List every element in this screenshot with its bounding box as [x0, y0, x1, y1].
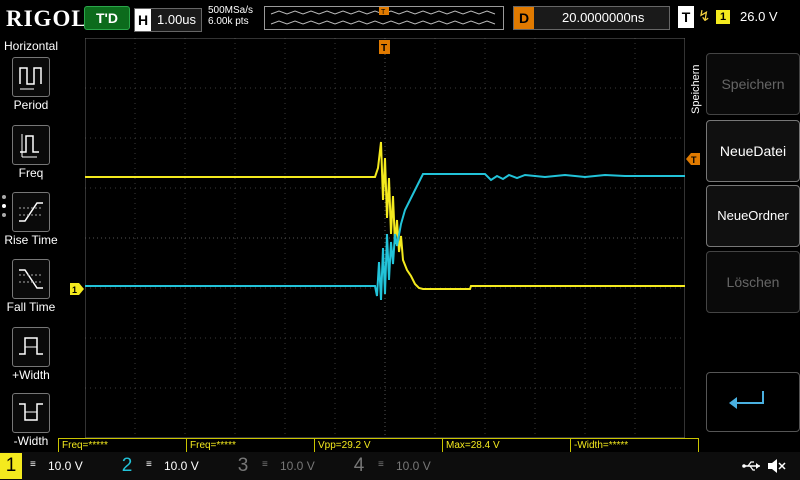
dc-coupling-icon: ≡: [146, 459, 152, 470]
dc-coupling-icon: ≡: [378, 459, 384, 470]
measure-item-fall-time[interactable]: Fall Time: [0, 259, 62, 323]
memory-overview[interactable]: T: [264, 6, 504, 30]
measure-item-rise-time[interactable]: Rise Time: [0, 192, 62, 256]
speaker-muted-icon: [768, 459, 786, 473]
channel-4-scale: 10.0 V: [396, 459, 431, 473]
measure-panel: Horizontal Period Freq Rise Time Fall Ti…: [0, 37, 62, 452]
channel-1-number: 1: [0, 453, 22, 479]
trigger-indicator[interactable]: T ↯ 1 26.0 V: [678, 6, 798, 28]
trigger-level: 26.0 V: [740, 9, 778, 24]
memory-depth: 6.00k pts: [208, 16, 249, 27]
fall-time-icon: [19, 269, 43, 289]
dc-coupling-icon: ≡: [262, 459, 268, 470]
measure-item-period[interactable]: Period: [0, 57, 62, 121]
speichern-button[interactable]: Speichern: [706, 53, 800, 115]
period-icon: [19, 67, 42, 90]
waveform-display[interactable]: T: [85, 38, 685, 438]
acquisition-info: 500MSa/s 6.00k pts: [208, 5, 253, 27]
neue-datei-button[interactable]: NeueDatei: [706, 120, 800, 182]
channel-2-scale: 10.0 V: [164, 459, 199, 473]
rise-time-icon: [19, 202, 43, 222]
rising-edge-icon: ↯: [698, 8, 711, 25]
measure-label-period: Period: [13, 98, 49, 112]
channel-1-scale: 10.0 V: [48, 459, 83, 473]
measure-label-negative-width: -Width: [13, 434, 49, 448]
negative-width-icon: [19, 403, 43, 421]
trigger-position-marker: T: [379, 40, 390, 54]
delay-value: 20.0000000ns: [562, 10, 645, 25]
positive-width-icon: [19, 337, 43, 355]
timebase-value: 1.00us: [157, 12, 197, 27]
channel-1-tab[interactable]: 1 ≡ 10.0 V: [0, 453, 100, 479]
loeschen-button[interactable]: Löschen: [706, 251, 800, 313]
memory-overview-waveform: T: [270, 7, 496, 25]
freq-icon: [20, 134, 39, 158]
delay-indicator[interactable]: D 20.0000000ns: [513, 6, 670, 30]
channel-3-number: 3: [237, 455, 249, 476]
usb-icon: [742, 461, 760, 471]
trigger-label: T: [678, 6, 694, 28]
measurement-negative-width: -Width=*****: [570, 438, 699, 453]
svg-text:T: T: [381, 43, 387, 54]
timebase-indicator[interactable]: H 1.00us: [134, 8, 202, 32]
channel-2-tab[interactable]: 2 ≡ 10.0 V: [116, 453, 228, 479]
measure-item-negative-width[interactable]: -Width: [0, 393, 62, 457]
measurement-freq-2: Freq=*****: [186, 438, 315, 453]
channel-3-scale: 10.0 V: [280, 459, 315, 473]
ch1-ground-marker[interactable]: 1: [70, 283, 84, 295]
channel-4-tab[interactable]: 4 ≡ 10.0 V: [348, 453, 460, 479]
measure-panel-title: Horizontal: [3, 39, 59, 53]
measure-label-freq: Freq: [18, 166, 44, 180]
measurement-freq-1: Freq=*****: [58, 438, 187, 453]
measure-label-fall-time: Fall Time: [6, 300, 56, 314]
horizontal-label: H: [135, 9, 151, 31]
measurement-vpp: Vpp=29.2 V: [314, 438, 443, 453]
return-button[interactable]: [706, 372, 800, 432]
menu-title: Speichern: [690, 64, 702, 114]
dc-coupling-icon: ≡: [30, 459, 36, 470]
measure-item-freq[interactable]: Freq: [0, 125, 62, 189]
return-arrow-icon: [729, 391, 764, 409]
measure-label-rise-time: Rise Time: [4, 233, 58, 247]
trigger-status-badge: T'D: [84, 6, 130, 30]
channel-4-number: 4: [353, 455, 365, 476]
svg-text:1: 1: [72, 285, 77, 295]
measure-label-positive-width: +Width: [12, 368, 50, 382]
trigger-source: 1: [716, 10, 730, 24]
memory-trigger-marker-label: T: [381, 9, 386, 16]
neue-ordner-button[interactable]: NeueOrdner: [706, 185, 800, 247]
channel-3-tab[interactable]: 3 ≡ 10.0 V: [232, 453, 344, 479]
measure-item-positive-width[interactable]: +Width: [0, 327, 62, 391]
delay-label: D: [514, 7, 534, 29]
measurement-max: Max=28.4 V: [442, 438, 571, 453]
sample-rate: 500MSa/s: [208, 5, 254, 16]
rigol-logo: RIGOL: [6, 6, 88, 31]
channel-2-number: 2: [121, 455, 133, 476]
